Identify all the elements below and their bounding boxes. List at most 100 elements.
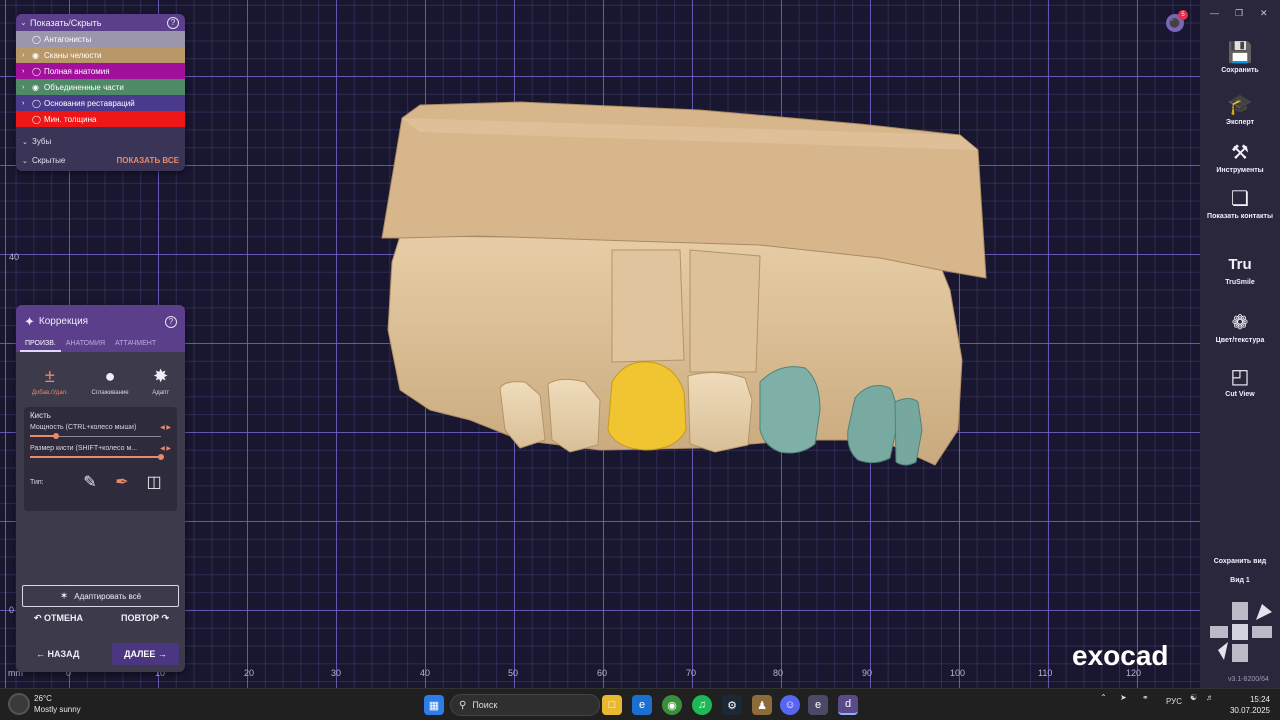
natural-tooth	[547, 378, 601, 453]
tray-expand-icon[interactable]: ⌃	[1100, 693, 1107, 702]
toolbar-button-save[interactable]: 💾 Сохранить	[1200, 40, 1280, 75]
redo-button[interactable]: ПОВТОР ↷	[121, 613, 169, 624]
weather-text: Mostly sunny	[34, 705, 81, 714]
network-icon[interactable]: ⚭	[1142, 693, 1149, 702]
view-name[interactable]: Вид 1	[1200, 577, 1280, 584]
brush-type-flat-icon[interactable]: ✎	[74, 472, 106, 492]
volume-icon[interactable]: ♬	[1206, 693, 1214, 702]
brush-type-cylinder-icon[interactable]: ◫	[138, 472, 170, 492]
show-hide-header[interactable]: ⌄ Показать/Скрыть ?	[16, 14, 185, 31]
view-bottom-arrow[interactable]	[1232, 644, 1248, 662]
minimize-icon[interactable]: —	[1210, 8, 1219, 18]
drop-icon: ●	[104, 365, 116, 386]
taskbar-search[interactable]: ⚲ Поиск	[450, 694, 600, 716]
eye-off-icon[interactable]: ◯	[32, 115, 44, 124]
view-top-arrow[interactable]	[1232, 602, 1248, 620]
toolbar-button-graduation-cap[interactable]: 🎓 Эксперт	[1200, 92, 1280, 127]
save-view-button[interactable]: Сохранить вид	[1200, 558, 1280, 565]
teeth-group[interactable]: ⌄ Зубы	[16, 132, 185, 151]
view-corner-arrow[interactable]	[1218, 642, 1228, 660]
tab-2[interactable]: АТТАЧМЕНТ	[110, 338, 161, 352]
chevron-right-icon[interactable]: ›	[22, 84, 32, 91]
view-corner-arrow[interactable]	[1256, 604, 1272, 620]
tab-1[interactable]: АНАТОМИЯ	[61, 338, 110, 352]
dentalcad-taskbar-icon[interactable]: d	[838, 695, 858, 715]
undo-button[interactable]: ↶ ОТМЕНА	[34, 613, 83, 624]
layer-row[interactable]: › ◯ Основания реставраций	[16, 95, 185, 111]
help-icon[interactable]: ?	[165, 315, 177, 328]
discord-icon[interactable]: ☺	[780, 695, 800, 715]
layer-row[interactable]: › ◉ Сканы челюсти	[16, 47, 185, 63]
chrome-icon[interactable]: ◉	[662, 695, 682, 715]
hidden-group[interactable]: ⌄ Скрытые ПОКАЗАТЬ ВСЕ	[16, 151, 185, 170]
correction-header: ✦ Коррекция ?	[16, 305, 185, 338]
chevron-right-icon[interactable]: ›	[22, 52, 32, 59]
chevron-right-icon[interactable]: ›	[22, 100, 32, 107]
layer-row[interactable]: › ◯ Полная анатомия	[16, 63, 185, 79]
chevron-down-icon[interactable]: ⌄	[20, 18, 30, 27]
show-all-button[interactable]: ПОКАЗАТЬ ВСЕ	[117, 156, 179, 165]
layer-label: Объединенные части	[44, 82, 124, 92]
windows-start-icon[interactable]: ▦	[424, 695, 444, 715]
wifi-icon[interactable]: ☯	[1190, 693, 1197, 702]
toolbar-label: Сохранить	[1221, 67, 1259, 74]
telegram-tray-icon[interactable]: ➤	[1120, 693, 1127, 702]
toolbar-button-contacts[interactable]: ❏ Показать контакты	[1200, 186, 1280, 221]
chevron-down-icon[interactable]: ⌄	[22, 138, 32, 146]
brush-type-paint-icon[interactable]: ✒	[106, 472, 138, 492]
save-icon: 💾	[1227, 42, 1253, 64]
app-icon[interactable]: ♟	[752, 695, 772, 715]
correction-title: Коррекция	[38, 316, 89, 327]
correction-tools: ± Добав./Удал. ● Сглаживание ✸ Адапт	[16, 352, 185, 407]
eye-icon[interactable]: ◉	[32, 51, 44, 60]
tool-button[interactable]: ✸ Адапт	[152, 364, 169, 407]
restore-icon[interactable]: ❐	[1235, 8, 1243, 19]
search-placeholder: Поиск	[472, 700, 498, 710]
size-slider[interactable]	[30, 452, 171, 462]
steam-icon[interactable]: ⚙	[722, 695, 742, 715]
spotify-icon[interactable]: ♫	[692, 695, 712, 715]
notification-count-badge: 5	[1178, 10, 1188, 20]
system-clock[interactable]: 15:24 30.07.2025	[1226, 694, 1270, 716]
language-indicator[interactable]: РУС	[1166, 697, 1182, 706]
eye-off-icon[interactable]: ◯	[32, 67, 44, 76]
clock-time: 15:24	[1249, 695, 1270, 704]
back-label: НАЗАД	[47, 649, 80, 659]
notifications-bell-icon[interactable]: ⚫ 5	[1166, 10, 1188, 32]
size-slider-handle[interactable]	[158, 454, 164, 460]
layer-row[interactable]: ◯ Мин. толщина	[16, 111, 185, 127]
size-arrows-icon[interactable]: ◀ ▶	[160, 445, 171, 452]
tool-button[interactable]: ● Сглаживание	[92, 364, 129, 407]
chevron-down-icon[interactable]: ⌄	[22, 157, 32, 165]
close-icon[interactable]: ✕	[1260, 8, 1268, 19]
toolbar-button-cut-view[interactable]: ◰ Cut View	[1200, 364, 1280, 399]
edge-browser-icon[interactable]: e	[632, 695, 652, 715]
view-cube-navigator[interactable]	[1206, 600, 1276, 668]
next-button[interactable]: ДАЛЕЕ →	[112, 643, 179, 665]
view-front-face[interactable]	[1232, 624, 1248, 640]
chevron-right-icon[interactable]: ›	[22, 68, 32, 75]
tool-button[interactable]: ± Добав./Удал.	[32, 364, 68, 407]
back-button[interactable]: ← НАЗАД	[22, 649, 79, 659]
tab-0[interactable]: ПРОИЗВ.	[20, 338, 61, 352]
file-explorer-icon[interactable]: □	[602, 695, 622, 715]
eye-off-icon[interactable]: ◯	[32, 99, 44, 108]
strength-slider-handle[interactable]	[53, 433, 60, 439]
exocad-taskbar-icon[interactable]: e	[808, 695, 828, 715]
toolbar-button-palette[interactable]: ❁ Цвет/текстура	[1200, 310, 1280, 345]
toolbar-button-trusmile[interactable]: Tru TruSmile	[1200, 252, 1280, 287]
eye-icon[interactable]: ◉	[32, 83, 44, 92]
layer-row[interactable]: ◯ Антагонисты	[16, 31, 185, 47]
view-left-arrow[interactable]	[1210, 626, 1228, 638]
eye-off-icon[interactable]: ◯	[32, 35, 44, 44]
adapt-all-button[interactable]: ✶ Адаптировать всё	[22, 585, 179, 607]
weather-widget[interactable]: 26°C Mostly sunny	[8, 693, 81, 715]
crown-restoration-yellow	[607, 361, 687, 451]
strength-arrows-icon[interactable]: ◀ ▶	[160, 424, 171, 431]
help-icon[interactable]: ?	[167, 16, 179, 29]
view-right-arrow[interactable]	[1252, 626, 1272, 638]
strength-slider[interactable]	[30, 431, 171, 441]
layer-row[interactable]: › ◉ Объединенные части	[16, 79, 185, 95]
toolbar-button-tools[interactable]: ⚒ Инструменты	[1200, 140, 1280, 175]
layer-label: Антагонисты	[44, 34, 92, 44]
